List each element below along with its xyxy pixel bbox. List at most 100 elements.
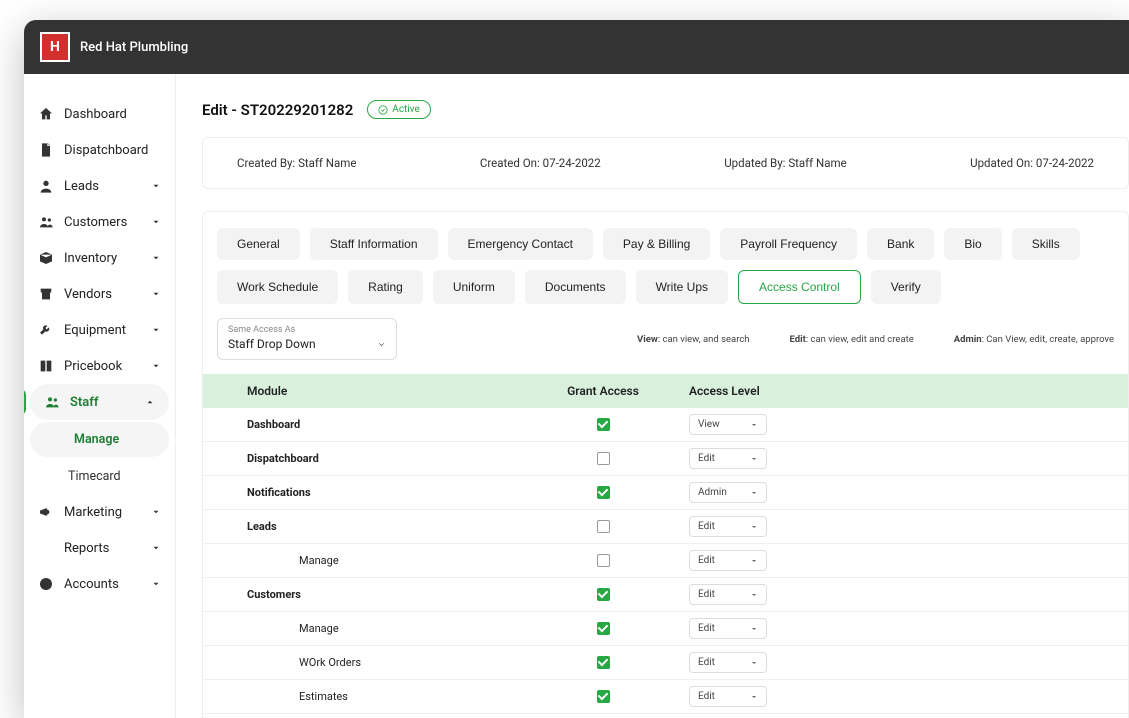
chevron-down-icon xyxy=(750,557,758,565)
grant-checkbox[interactable] xyxy=(597,656,610,669)
person-icon xyxy=(38,178,54,194)
grant-checkbox[interactable] xyxy=(597,588,610,601)
tab-write-ups[interactable]: Write Ups xyxy=(636,270,728,304)
grant-checkbox[interactable] xyxy=(597,486,610,499)
table-row: Leads Edit xyxy=(203,510,1128,544)
sidebar-item-equipment[interactable]: Equipment xyxy=(24,312,175,348)
globe-icon xyxy=(38,576,54,592)
tool-icon xyxy=(38,322,54,338)
grant-checkbox[interactable] xyxy=(597,554,610,567)
access-level-select[interactable]: Edit xyxy=(689,516,767,537)
sidebar-item-inventory[interactable]: Inventory xyxy=(24,240,175,276)
sidebar-label: Inventory xyxy=(64,251,151,266)
sidebar-item-pricebook[interactable]: Pricebook xyxy=(24,348,175,384)
sidebar-item-marketing[interactable]: Marketing xyxy=(24,494,175,530)
chevron-down-icon xyxy=(750,523,758,531)
grant-checkbox[interactable] xyxy=(597,690,610,703)
chevron-down-icon xyxy=(151,543,161,553)
table-row: Customers Edit xyxy=(203,578,1128,612)
chevron-down-icon xyxy=(151,361,161,371)
same-access-select[interactable]: Same Access As Staff Drop Down xyxy=(217,318,397,360)
access-level-select[interactable]: View xyxy=(689,414,767,435)
tab-documents[interactable]: Documents xyxy=(525,270,626,304)
access-level-select[interactable]: Edit xyxy=(689,686,767,707)
file-icon xyxy=(38,142,54,158)
megaphone-icon xyxy=(38,504,54,520)
sidebar-item-customers[interactable]: Customers xyxy=(24,204,175,240)
grant-checkbox[interactable] xyxy=(597,520,610,533)
module-name: WOrk Orders xyxy=(203,656,523,669)
module-name: Customers xyxy=(203,588,523,601)
tab-staff-information[interactable]: Staff Information xyxy=(310,228,438,260)
page-title: Edit - ST20229201282 xyxy=(202,101,353,119)
same-access-value: Staff Drop Down xyxy=(228,337,316,351)
sidebar-item-dispatchboard[interactable]: Dispatchboard xyxy=(24,132,175,168)
chevron-down-icon xyxy=(151,507,161,517)
tab-bank[interactable]: Bank xyxy=(867,228,934,260)
sidebar-label: Equipment xyxy=(64,323,151,338)
access-level-select[interactable]: Edit xyxy=(689,448,767,469)
sidebar-label: Pricebook xyxy=(64,359,151,374)
grant-checkbox[interactable] xyxy=(597,452,610,465)
tab-emergency-contact[interactable]: Emergency Contact xyxy=(448,228,593,260)
module-name: Estimates xyxy=(203,690,523,703)
chevron-down-icon xyxy=(377,340,386,349)
table-row: WOrk Orders Edit xyxy=(203,646,1128,680)
tab-bio[interactable]: Bio xyxy=(944,228,1001,260)
sidebar-label: Dispatchboard xyxy=(64,143,161,158)
sidebar-item-leads[interactable]: Leads xyxy=(24,168,175,204)
module-name: Dispatchboard xyxy=(203,452,523,465)
sidebar-item-vendors[interactable]: Vendors xyxy=(24,276,175,312)
updated-by: Updated By: Staff Name xyxy=(724,156,846,170)
grant-checkbox[interactable] xyxy=(597,622,610,635)
access-level-select[interactable]: Admin xyxy=(689,482,767,503)
tab-uniform[interactable]: Uniform xyxy=(433,270,515,304)
same-access-label: Same Access As xyxy=(228,325,386,335)
sidebar-label: Staff xyxy=(70,395,145,410)
legend-admin: Admin: Can View, edit, create, approve xyxy=(954,334,1114,345)
sidebar-label: Accounts xyxy=(64,577,151,592)
access-level-select[interactable]: Edit xyxy=(689,618,767,639)
access-level-select[interactable]: Edit xyxy=(689,550,767,571)
sidebar-item-reports[interactable]: Reports xyxy=(24,530,175,566)
tab-work-schedule[interactable]: Work Schedule xyxy=(217,270,338,304)
access-control-panel: General Staff Information Emergency Contac… xyxy=(202,211,1129,718)
tab-pay-billing[interactable]: Pay & Billing xyxy=(603,228,710,260)
chevron-down-icon xyxy=(750,421,758,429)
created-on: Created On: 07-24-2022 xyxy=(480,156,601,170)
access-level-select[interactable]: Edit xyxy=(689,652,767,673)
chevron-down-icon xyxy=(151,253,161,263)
table-row: Dispatchboard Edit xyxy=(203,442,1128,476)
chevron-down-icon xyxy=(750,455,758,463)
sidebar-label: Customers xyxy=(64,215,151,230)
table-row: Dashboard View xyxy=(203,408,1128,442)
legend-view: View: can view, and search xyxy=(637,334,750,345)
access-level-select[interactable]: Edit xyxy=(689,584,767,605)
chevron-down-icon xyxy=(151,217,161,227)
check-circle-icon xyxy=(378,105,388,115)
sidebar-item-dashboard[interactable]: Dashboard xyxy=(24,96,175,132)
status-badge: Active xyxy=(367,100,431,119)
table-body: Dashboard ViewDispatchboard EditNotifica… xyxy=(203,408,1128,718)
sidebar-subitem-manage[interactable]: Manage xyxy=(30,422,169,457)
grant-checkbox[interactable] xyxy=(597,418,610,431)
tab-access-control[interactable]: Access Control xyxy=(738,270,861,304)
table-row: Invoices Edit xyxy=(203,714,1128,718)
tab-payroll-frequency[interactable]: Payroll Frequency xyxy=(720,228,857,260)
tab-general[interactable]: General xyxy=(217,228,300,260)
sidebar-subitem-timecard[interactable]: Timecard xyxy=(24,459,175,494)
tab-rating[interactable]: Rating xyxy=(348,270,423,304)
home-icon xyxy=(38,106,54,122)
sidebar-label: Marketing xyxy=(64,505,151,520)
chevron-down-icon xyxy=(750,625,758,633)
chevron-down-icon xyxy=(750,489,758,497)
sidebar-item-accounts[interactable]: Accounts xyxy=(24,566,175,602)
sidebar-label: Dashboard xyxy=(64,107,161,122)
topbar: H Red Hat Plumbling xyxy=(24,20,1129,74)
chevron-down-icon xyxy=(151,579,161,589)
tab-skills[interactable]: Skills xyxy=(1012,228,1080,260)
main-content: Edit - ST20229201282 Active Created By: … xyxy=(176,74,1129,718)
chevron-down-icon xyxy=(151,181,161,191)
sidebar-item-staff[interactable]: Staff xyxy=(30,384,169,420)
tab-verify[interactable]: Verify xyxy=(871,270,941,304)
